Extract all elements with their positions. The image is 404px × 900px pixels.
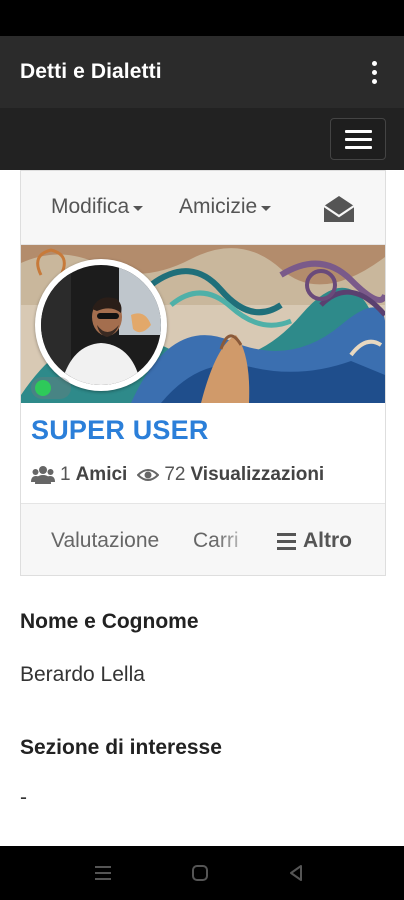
system-navigation-bar [0, 846, 404, 900]
friends-count: 1 [60, 464, 71, 485]
caret-down-icon [133, 205, 144, 211]
friendship-dropdown[interactable]: Amicizie [179, 195, 272, 219]
views-count: 72 [164, 464, 186, 485]
recent-apps-icon[interactable] [94, 864, 112, 882]
friendship-dropdown-label: Amicizie [179, 195, 258, 218]
home-icon[interactable] [191, 864, 209, 882]
tab-rating[interactable]: Valutazione [51, 529, 159, 553]
profile-card: Modifica Amicizie SUPER USER 1 Amici 72 … [20, 170, 386, 576]
app-title: Detti e Dialetti [20, 60, 162, 83]
nav-bar [0, 108, 404, 170]
back-icon[interactable] [287, 864, 305, 882]
envelope-open-icon[interactable] [321, 191, 357, 227]
hamburger-menu-icon[interactable] [330, 118, 386, 160]
views-label: Visualizzazioni [190, 464, 325, 485]
bars-icon [277, 532, 296, 550]
profile-tabs: Valutazione Carri Altro [21, 503, 385, 575]
fullname-label: Nome e Cognome [20, 610, 199, 633]
interest-value: - [20, 786, 27, 809]
overflow-menu-icon[interactable] [362, 58, 386, 86]
status-bar [0, 0, 404, 36]
profile-name[interactable]: SUPER USER [31, 415, 209, 446]
avatar-photo [41, 265, 161, 385]
edit-dropdown[interactable]: Modifica [51, 195, 144, 219]
more-label: Altro [303, 529, 352, 552]
fullname-value: Berardo Lella [20, 663, 145, 686]
profile-toolbar: Modifica Amicizie [21, 171, 385, 245]
online-status-indicator [31, 377, 71, 399]
users-icon [31, 466, 55, 484]
app-bar: Detti e Dialetti [0, 36, 404, 108]
more-button[interactable]: Altro [277, 529, 352, 553]
caret-down-icon [261, 205, 272, 211]
avatar[interactable] [35, 259, 167, 391]
tab-scroll-fade [215, 504, 275, 575]
profile-stats: 1 Amici 72 Visualizzazioni [31, 464, 324, 486]
friends-link[interactable]: Amici [76, 464, 128, 486]
edit-dropdown-label: Modifica [51, 195, 130, 218]
interest-label: Sezione di interesse [20, 736, 222, 759]
eye-icon [137, 469, 160, 481]
